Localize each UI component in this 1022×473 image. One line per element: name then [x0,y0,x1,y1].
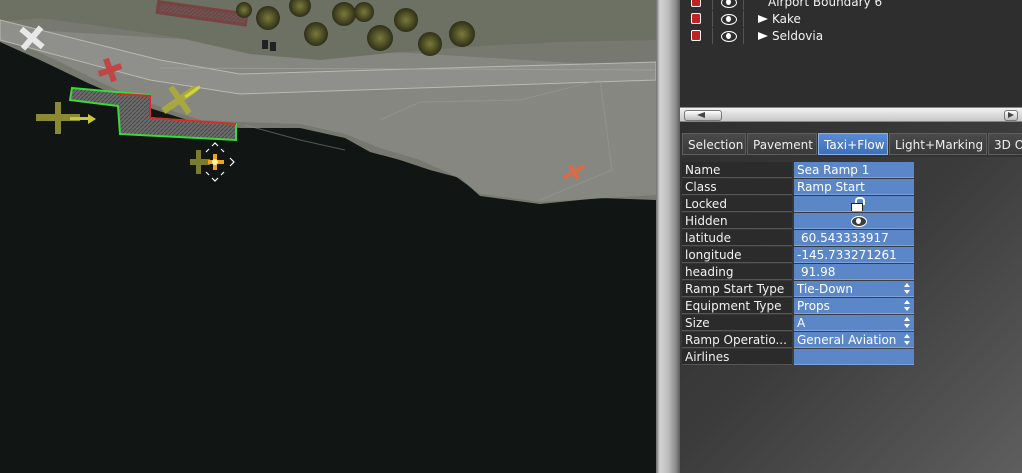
layer-label: Kake [772,12,801,26]
prop-label: Ramp Operatio... [682,332,792,348]
hidden-toggle[interactable] [794,213,914,229]
prop-row-heading: heading 91.98 [682,264,914,281]
vehicle [270,42,276,51]
tab-light-marking[interactable]: Light+Marking [889,133,987,155]
select-value: Props [797,299,830,313]
layer-label: Seldovia [772,29,824,43]
layer-row[interactable]: Seldovia [680,28,1022,45]
lock-toggle[interactable] [680,28,713,44]
panel-splitter[interactable] [656,0,680,473]
eye-icon [721,14,737,25]
prop-label: longitude [682,247,792,263]
prop-label: Class [682,179,792,195]
lock-icon [691,0,701,7]
prop-row-latitude: latitude 60.543333917 [682,230,914,247]
airlines-field[interactable] [794,349,914,365]
visibility-toggle[interactable] [713,0,744,10]
property-table: Name Sea Ramp 1 Class Ramp Start Locked … [682,162,914,366]
unlocked-padlock-icon [851,197,865,211]
select-value: Tie-Down [797,282,854,296]
prop-row-class: Class Ramp Start [682,179,914,196]
prop-row-name: Name Sea Ramp 1 [682,162,914,179]
scroll-left-arrow-icon[interactable] [684,110,722,121]
prop-label: latitude [682,230,792,246]
side-panel: Airport Boundary 6 Kake Seldovia Selecti… [680,0,1022,473]
eye-icon [721,0,737,8]
lock-icon [691,13,701,24]
horizontal-scrollbar[interactable] [680,107,1022,122]
expand-arrow-icon[interactable] [758,15,768,23]
updown-arrows-icon [904,334,910,346]
name-field[interactable]: Sea Ramp 1 [794,162,914,178]
locked-toggle[interactable] [794,196,914,212]
visibility-toggle[interactable] [713,11,744,27]
prop-row-size: Size A [682,315,914,332]
tab-pavement[interactable]: Pavement [747,133,817,155]
layer-row[interactable]: Kake [680,11,1022,28]
lock-icon [691,30,701,41]
prop-label: heading [682,264,792,280]
ramp-operation-select[interactable]: General Aviation [794,332,914,348]
scroll-right-arrow-icon[interactable] [1004,110,1018,121]
tab-taxi-flow[interactable]: Taxi+Flow [818,133,888,155]
expand-arrow-icon[interactable] [758,32,768,40]
prop-label: Hidden [682,213,792,229]
select-value: A [797,316,806,330]
layer-label: Airport Boundary 6 [768,0,883,9]
layer-row[interactable]: Airport Boundary 6 [680,0,1022,11]
satellite-map[interactable] [0,0,656,473]
prop-label: Size [682,315,792,331]
tab-selection[interactable]: Selection [682,133,746,155]
updown-arrows-icon [904,317,910,329]
visibility-toggle[interactable] [713,28,744,44]
size-select[interactable]: A [794,315,914,331]
prop-row-equipment-type: Equipment Type Props [682,298,914,315]
prop-row-ramp-operation: Ramp Operatio... General Aviation [682,332,914,349]
prop-row-ramp-start-type: Ramp Start Type Tie-Down [682,281,914,298]
updown-arrows-icon [904,283,910,295]
prop-row-airlines: Airlines [682,349,914,366]
lock-toggle[interactable] [680,0,713,10]
prop-row-longitude: longitude -145.733271261 [682,247,914,264]
ramp-start-type-select[interactable]: Tie-Down [794,281,914,297]
latitude-field[interactable]: 60.543333917 [794,230,914,246]
prop-row-locked: Locked [682,196,914,213]
tab-3d-objects[interactable]: 3D O [988,133,1022,155]
prop-label: Name [682,162,792,178]
class-field: Ramp Start [794,179,914,195]
lock-toggle[interactable] [680,11,713,27]
prop-label: Ramp Start Type [682,281,792,297]
vehicle [262,40,268,49]
prop-row-hidden: Hidden [682,213,914,230]
updown-arrows-icon [904,300,910,312]
map-viewport[interactable] [0,0,656,473]
longitude-field[interactable]: -145.733271261 [794,247,914,263]
equipment-type-select[interactable]: Props [794,298,914,314]
select-value: General Aviation [797,333,897,347]
layer-tree[interactable]: Airport Boundary 6 Kake Seldovia [680,0,1022,107]
heading-field[interactable]: 91.98 [794,264,914,280]
eye-icon [851,216,867,227]
prop-label: Equipment Type [682,298,792,314]
tool-tabs: Selection Pavement Taxi+Flow Light+Marki… [680,133,1022,157]
prop-label: Airlines [682,349,792,365]
prop-label: Locked [682,196,792,212]
eye-icon [721,31,737,42]
